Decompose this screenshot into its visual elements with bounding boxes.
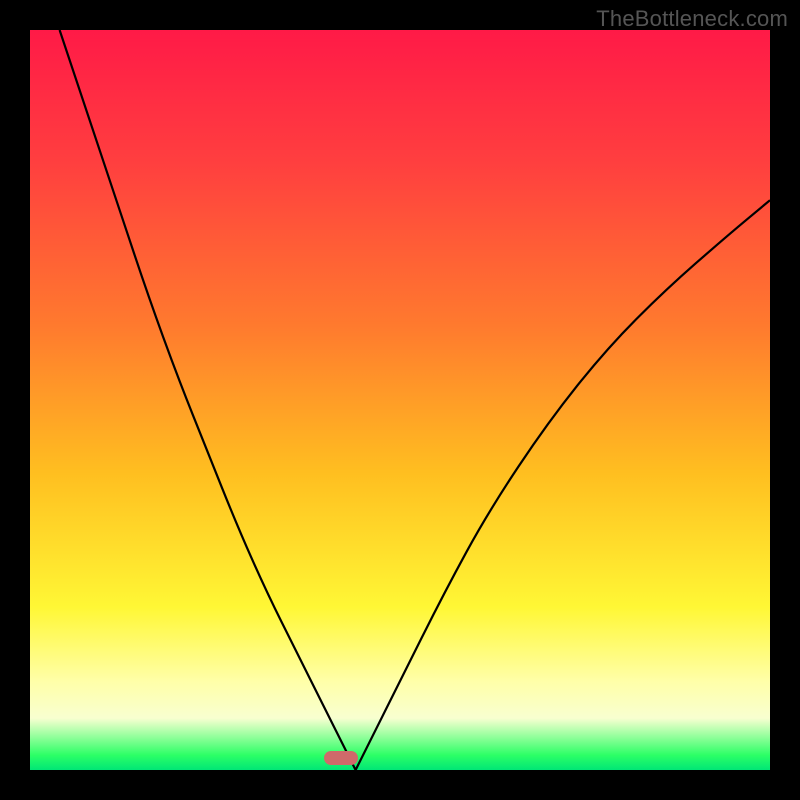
plot-area (30, 30, 770, 770)
watermark-text: TheBottleneck.com (596, 6, 788, 32)
chart-stage: TheBottleneck.com (0, 0, 800, 800)
bottleneck-marker (324, 751, 358, 765)
